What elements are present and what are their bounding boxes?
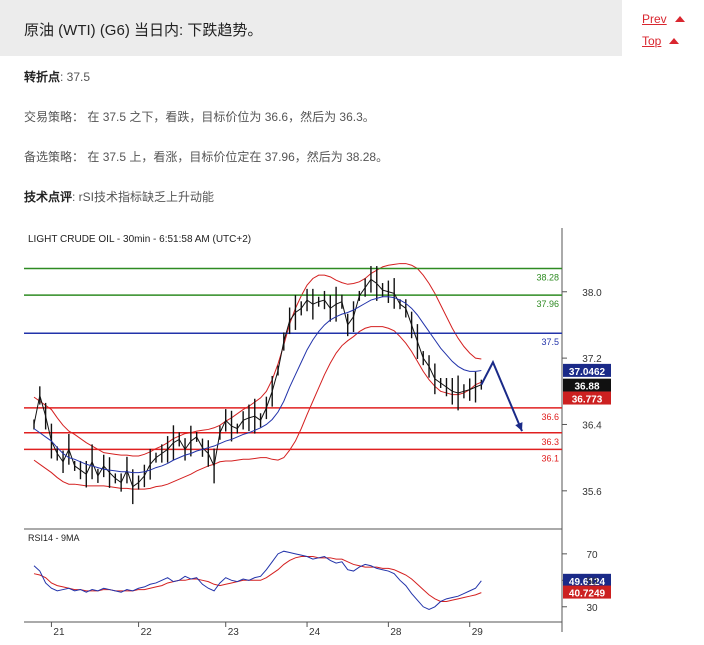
pivot-value: : 37.5 <box>60 70 91 84</box>
level-label-37.5: 37.5 <box>541 337 559 347</box>
level-label-36.3: 36.3 <box>541 437 559 447</box>
header-band: 原油 (WTI) (G6) 当日内: 下跌趋势。 <box>0 0 622 56</box>
x-tick-label: 23 <box>228 627 240 638</box>
rsi-tick-label: 50 <box>586 576 598 587</box>
top-label[interactable]: Top <box>642 34 661 48</box>
price-tag-36.773-label: 36.773 <box>572 395 603 406</box>
prev-label[interactable]: Prev <box>642 12 667 26</box>
price-tag-36.88-label: 36.88 <box>574 382 599 393</box>
strategy-line: 交易策略： 在 37.5 之下，看跌，目标价位为 36.6，然后为 36.3。 <box>24 108 375 125</box>
strategy-label: 交易策略： <box>24 110 85 124</box>
price-tick-label: 37.2 <box>582 354 602 365</box>
alternative-text: 在 37.5 上，看涨，目标价位定在 37.96，然后为 38.28。 <box>87 150 389 164</box>
pivot-line: 转折点: 37.5 <box>24 68 90 85</box>
comment-line: 技术点评: rSI技术指标缺乏上升动能 <box>24 188 214 205</box>
price-tick-label: 35.6 <box>582 487 602 498</box>
x-tick-label: 28 <box>390 627 402 638</box>
comment-text: : rSI技术指标缺乏上升动能 <box>72 190 215 204</box>
price-chart: 37.046236.8836.77349.612440.7249 LIGHT C… <box>24 228 624 638</box>
up-arrow-icon <box>669 38 680 44</box>
x-tick-label: 22 <box>141 627 153 638</box>
price-tag-37.0462-label: 37.0462 <box>569 367 606 378</box>
pivot-label: 转折点 <box>24 70 61 84</box>
side-nav: Prev Top <box>642 10 698 54</box>
x-tick-label: 21 <box>53 627 65 638</box>
x-tick-label: 29 <box>472 627 484 638</box>
level-label-37.96: 37.96 <box>536 299 559 309</box>
alternative-line: 备选策略： 在 37.5 上，看涨，目标价位定在 37.96，然后为 38.28… <box>24 148 388 165</box>
x-tick-label: 24 <box>309 627 321 638</box>
chart-title: LIGHT CRUDE OIL - 30min - 6:51:58 AM (UT… <box>28 234 251 245</box>
up-arrow-icon <box>674 16 685 22</box>
comment-label: 技术点评 <box>24 190 73 204</box>
prev-link[interactable]: Prev <box>642 10 698 32</box>
chart-container: 37.0462 36.88 36.773 49.6124 40.7249 LIGHT C… <box>24 228 624 638</box>
level-label-38.28: 38.28 <box>536 273 559 283</box>
rsi-tick-label: 30 <box>586 603 598 614</box>
level-label-36.1: 36.1 <box>541 453 559 463</box>
rsi-title: RSI14 - 9MA <box>28 533 80 543</box>
top-link[interactable]: Top <box>642 32 698 54</box>
rsi-tick-label: 70 <box>586 550 598 561</box>
price-tick-label: 36.4 <box>582 420 602 431</box>
alternative-label: 备选策略： <box>24 150 85 164</box>
level-label-36.6: 36.6 <box>541 412 559 422</box>
price-tick-label: 38.0 <box>582 288 602 299</box>
rsi-tag-40.7249-label: 40.7249 <box>569 589 606 600</box>
page-title: 原油 (WTI) (G6) 当日内: 下跌趋势。 <box>24 22 263 39</box>
strategy-text: 在 37.5 之下，看跌，目标价位为 36.6，然后为 36.3。 <box>87 110 375 124</box>
